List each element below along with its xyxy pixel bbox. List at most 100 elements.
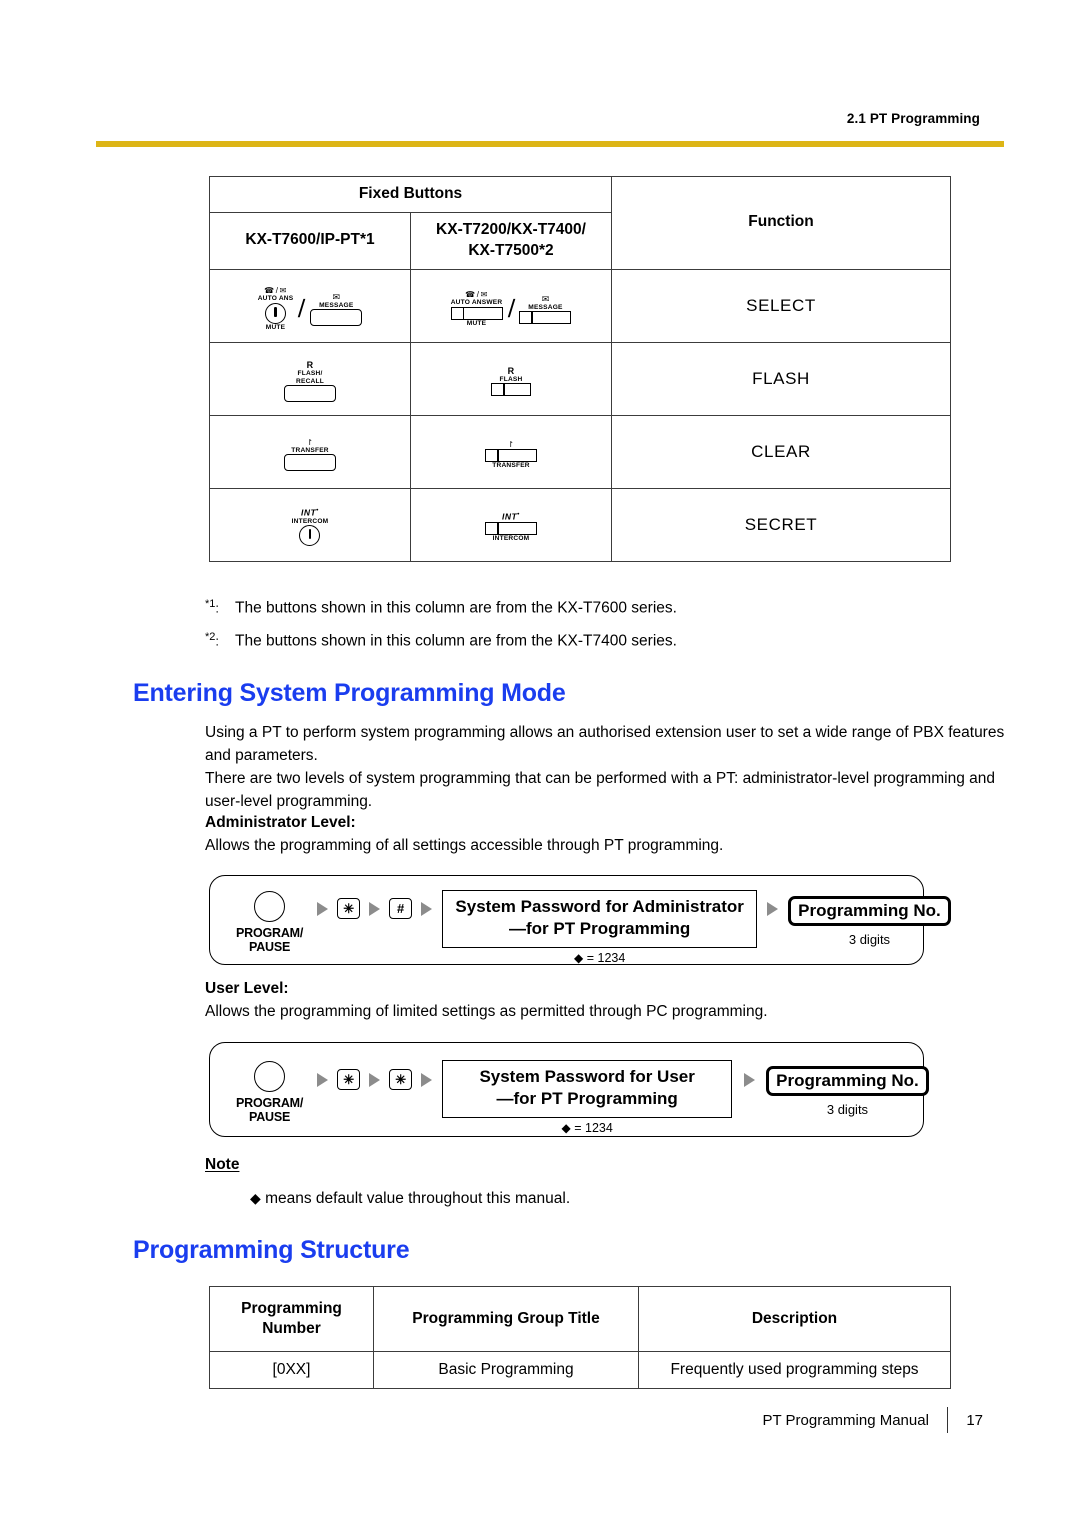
administrator-level-desc: Allows the programming of all settings a…: [205, 837, 724, 854]
separator-slash: /: [297, 294, 306, 323]
header-gold-rule: [96, 141, 1004, 147]
cell-t7600-clear: ↾ TRANSFER: [209, 414, 411, 489]
button-intercom-t7200: INT• INTERCOM: [485, 512, 537, 542]
arrow-right-icon: [317, 1072, 329, 1087]
key-cap-mute: MUTE: [466, 319, 487, 327]
button-transfer-t7600: ↾ TRANSFER: [284, 438, 336, 472]
key-cap-message: MESSAGE: [319, 301, 354, 309]
button-flash-t7200: R FLASH: [491, 366, 531, 397]
transfer-arrow-icon: ↾: [306, 438, 314, 448]
cell-t7200-secret: INT• INTERCOM: [410, 487, 612, 562]
footnote-1-mark: *1:: [205, 598, 220, 616]
programming-no-digits: 3 digits: [848, 932, 891, 947]
header-col-kxt7200: KX-T7200/KX-T7400/ KX-T7500*2: [410, 211, 612, 270]
function-label-flash: FLASH: [611, 341, 951, 416]
programming-structure-table: Programming Number Programming Group Tit…: [209, 1286, 951, 1389]
asterisk-key-2[interactable]: ✳: [389, 1069, 413, 1090]
button-transfer-t7200: ↾ TRANSFER: [485, 441, 537, 469]
header-programming-number: Programming Number: [209, 1286, 374, 1352]
table-row: INT• INTERCOM INT• INTERCOM SECRET: [209, 487, 951, 562]
table-header-row-1: Fixed Buttons Function: [209, 176, 951, 270]
user-default-value: ◆ = 1234: [561, 1121, 613, 1136]
asterisk-key-1[interactable]: ✳: [337, 898, 361, 919]
table-row: [0XX] Basic Programming Frequently used …: [209, 1351, 951, 1389]
fixed-buttons-table: Fixed Buttons Function KX-T7600/IP-PT*1 …: [209, 176, 951, 562]
auto-ans-mute-symbol-icon: ☎ / ✉: [264, 286, 287, 296]
user-programming-no-group: Programming No. 3 digits: [766, 1066, 929, 1117]
hash-key[interactable]: #: [389, 898, 413, 919]
header-col-kxt7600: KX-T7600/IP-PT*1: [209, 211, 411, 270]
admin-arrow-to-progno: [767, 902, 779, 916]
int-symbol-icon: INT•: [300, 507, 320, 519]
key-cap-intercom: INTERCOM: [291, 518, 329, 526]
programming-no-digits: 3 digits: [826, 1102, 869, 1117]
cell-description: Frequently used programming steps: [638, 1351, 951, 1389]
arrow-right-icon: [421, 901, 433, 916]
transfer-arrow-icon: ↾: [507, 440, 515, 450]
program-pause-label: PROGRAM/ PAUSE: [236, 1096, 304, 1124]
table-header-row: Programming Number Programming Group Tit…: [209, 1286, 951, 1352]
system-password-user-box: System Password for User —for PT Program…: [442, 1060, 733, 1119]
section-title-structure: Programming Structure: [133, 1236, 410, 1264]
program-pause-key-icon: [254, 1061, 286, 1092]
diamond-icon: ◆: [250, 1190, 261, 1206]
footer-manual-title: PT Programming Manual: [762, 1411, 929, 1429]
user-arrow-to-progno: [744, 1073, 756, 1087]
flat-key-shape: [450, 306, 503, 320]
asterisk-key-1[interactable]: ✳: [337, 1069, 361, 1090]
flat-key-shape: [485, 449, 537, 463]
program-pause-key-user[interactable]: PROGRAM/ PAUSE: [236, 1061, 303, 1124]
key-cap-intercom: INTERCOM: [492, 535, 530, 543]
flat-key-shape: [485, 522, 537, 536]
table-row: ☎ / ✉ AUTO ANS MUTE / ✉ MESSAGE ☎ / ✉ AU…: [209, 268, 951, 343]
button-auto-ans-mute-t7600: ☎ / ✉ AUTO ANS MUTE: [258, 287, 294, 331]
header-programming-group-title: Programming Group Title: [373, 1286, 639, 1352]
envelope-icon: ✉: [541, 293, 550, 304]
cell-t7600-secret: INT• INTERCOM: [209, 487, 411, 562]
footnote-1-text: The buttons shown in this column are fro…: [235, 599, 677, 617]
int-symbol-icon: INT•: [501, 511, 521, 523]
rounded-key-shape: [284, 385, 336, 403]
arrow-right-icon: [369, 1072, 381, 1087]
flow-diagram-administrator: PROGRAM/ PAUSE ✳ # System Password for A…: [209, 875, 951, 965]
key-cap-flash: FLASH: [499, 376, 523, 384]
user-key-sequence: ✳ ✳: [317, 1069, 433, 1090]
key-cap-transfer: TRANSFER: [291, 447, 329, 455]
note-text: ◆ means default value throughout this ma…: [250, 1190, 571, 1207]
program-pause-key-admin[interactable]: PROGRAM/ PAUSE: [236, 891, 303, 954]
auto-ans-mute-symbol-icon: ☎ / ✉: [465, 290, 488, 300]
key-cap-transfer: TRANSFER: [492, 462, 530, 470]
cell-group-title: Basic Programming: [373, 1351, 639, 1389]
header-function: Function: [611, 176, 951, 270]
admin-password-group: System Password for Administrator —for P…: [442, 890, 758, 965]
footnote-1: *1: The buttons shown in this column are …: [205, 597, 677, 618]
note-heading: Note: [205, 1156, 240, 1173]
programming-no-box: Programming No.: [788, 896, 951, 926]
cell-t7200-flash: R FLASH: [410, 341, 612, 416]
user-password-group: System Password for User —for PT Program…: [442, 1060, 733, 1136]
envelope-icon: ✉: [332, 291, 341, 302]
round-key-shape: [299, 525, 321, 547]
button-intercom-t7600: INT• INTERCOM: [291, 507, 329, 547]
rounded-key-shape: [284, 454, 336, 472]
round-key-shape: [265, 302, 287, 324]
arrow-right-icon: [744, 1073, 756, 1087]
header-description: Description: [638, 1286, 951, 1352]
key-cap-auto-answer: AUTO ANSWER: [450, 299, 503, 307]
function-label-clear: CLEAR: [611, 414, 951, 489]
footnote-2-mark: *2:: [205, 631, 220, 649]
user-level-label: User Level:: [205, 980, 289, 997]
table-row: ↾ TRANSFER ↾ TRANSFER CLEAR: [209, 414, 951, 489]
cell-t7600-select: ☎ / ✉ AUTO ANS MUTE / ✉ MESSAGE: [209, 268, 411, 343]
administrator-level-label: Administrator Level:: [205, 814, 356, 831]
footer-page-number: 17: [966, 1411, 983, 1429]
function-label-select: SELECT: [611, 268, 951, 343]
footnote-2: *2: The buttons shown in this column are …: [205, 630, 677, 651]
button-message-t7600: ✉ MESSAGE: [310, 291, 363, 326]
arrow-right-icon: [421, 1072, 433, 1087]
admin-key-sequence: ✳ #: [317, 898, 433, 919]
arrow-right-icon: [767, 902, 779, 916]
footnote-2-text: The buttons shown in this column are fro…: [235, 632, 677, 650]
cell-programming-number: [0XX]: [209, 1351, 374, 1389]
separator-slash: /: [507, 294, 515, 323]
